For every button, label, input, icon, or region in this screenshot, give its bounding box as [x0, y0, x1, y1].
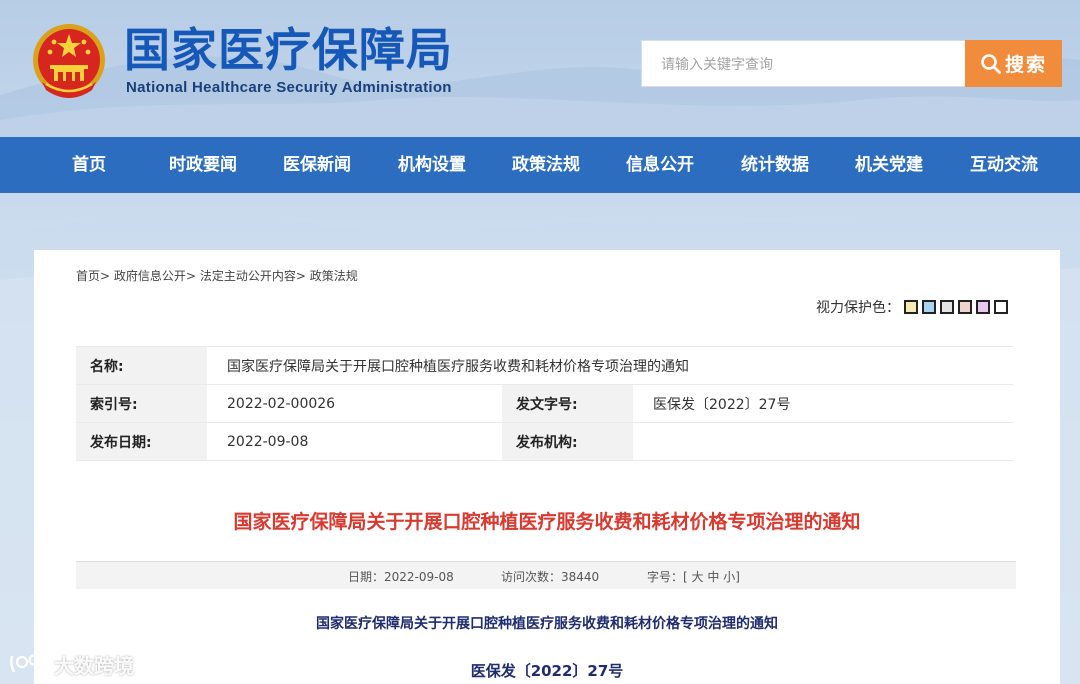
meta-docno-label: 发文字号:	[502, 384, 633, 423]
search-button-label: 搜索	[1004, 54, 1047, 76]
search-input[interactable]	[641, 40, 966, 87]
info-visits-label: 访问次数：	[501, 570, 562, 584]
breadcrumb-item-policy[interactable]: 政策法规	[310, 269, 358, 283]
document-meta-table: 名称: 国家医疗保障局关于开展口腔种植医疗服务收费和耗材价格专项治理的通知 索引…	[76, 346, 1014, 461]
search-button[interactable]: 搜索	[965, 40, 1062, 87]
breadcrumb-separator: >	[100, 269, 111, 283]
info-date-label: 日期：	[348, 570, 385, 584]
nav-item-medical-news[interactable]: 医保新闻	[283, 137, 351, 193]
nav-item-party[interactable]: 机关党建	[855, 137, 923, 193]
national-emblem-icon[interactable]	[30, 20, 108, 102]
nav-item-statistics[interactable]: 统计数据	[741, 137, 809, 193]
body-title: 国家医疗保障局关于开展口腔种植医疗服务收费和耗材价格专项治理的通知	[316, 616, 778, 632]
nav-item-policy[interactable]: 政策法规	[512, 137, 580, 193]
meta-org-label: 发布机构:	[502, 422, 633, 461]
breadcrumb-separator: >	[295, 269, 306, 283]
meta-name-value: 国家医疗保障局关于开展口腔种植医疗服务收费和耗材价格专项治理的通知	[207, 346, 1014, 385]
font-size-bracket-open: [	[683, 570, 688, 584]
nav-item-disclosure[interactable]: 信息公开	[626, 137, 694, 193]
meta-date-value: 2022-09-08	[207, 422, 502, 461]
swatch-pink[interactable]	[958, 300, 972, 314]
info-date: 日期：2022-09-08	[348, 568, 454, 585]
meta-date-label: 发布日期:	[76, 422, 207, 461]
nav-item-home[interactable]: 首页	[72, 137, 106, 193]
content-panel: 首页> 政府信息公开> 法定主动公开内容> 政策法规 视力保护色： 名称: 国家…	[34, 250, 1060, 684]
info-date-value: 2022-09-08	[384, 570, 454, 584]
breadcrumb-separator: >	[185, 269, 196, 283]
swatch-gray[interactable]	[940, 300, 954, 314]
nav-item-interaction[interactable]: 互动交流	[970, 137, 1038, 193]
info-visits: 访问次数：38440	[501, 568, 599, 585]
site-title[interactable]: 国家医疗保障局	[124, 22, 453, 78]
swatch-purple[interactable]	[976, 300, 990, 314]
swatch-white[interactable]	[994, 300, 1008, 314]
breadcrumb: 首页> 政府信息公开> 法定主动公开内容> 政策法规	[76, 267, 358, 284]
breadcrumb-item-disclosure[interactable]: 政府信息公开	[114, 269, 186, 283]
body-doc-number: 医保发〔2022〕27号	[470, 662, 624, 680]
eye-protection-label: 视力保护色：	[816, 300, 900, 316]
article-info-bar: 日期：2022-09-08 访问次数：38440 字号：[ 大 中 小]	[76, 561, 1016, 589]
nav-item-organization[interactable]: 机构设置	[398, 137, 466, 193]
swatch-yellow[interactable]	[904, 300, 918, 314]
meta-name-label: 名称:	[76, 346, 207, 385]
font-size-control: 字号：[ 大 中 小]	[647, 568, 740, 585]
watermark-logo-icon	[10, 654, 50, 673]
meta-row-index: 索引号: 2022-02-00026 发文字号: 医保发〔2022〕27号	[76, 384, 1014, 423]
breadcrumb-item-content[interactable]: 法定主动公开内容	[200, 269, 296, 283]
meta-index-value: 2022-02-00026	[207, 384, 502, 423]
meta-org-value	[633, 422, 1014, 461]
info-visits-value: 38440	[561, 570, 600, 584]
font-size-medium-button[interactable]: 中	[707, 570, 719, 584]
meta-row-date: 发布日期: 2022-09-08 发布机构:	[76, 422, 1014, 461]
search-icon	[981, 53, 1001, 74]
meta-row-name: 名称: 国家医疗保障局关于开展口腔种植医疗服务收费和耗材价格专项治理的通知	[76, 346, 1014, 385]
swatch-blue[interactable]	[922, 300, 936, 314]
watermark-text: 大数跨境	[54, 653, 134, 678]
meta-index-label: 索引号:	[76, 384, 207, 423]
meta-docno-value: 医保发〔2022〕27号	[633, 384, 1014, 423]
font-size-small-button[interactable]: 小	[723, 570, 735, 584]
font-size-large-button[interactable]: 大	[692, 570, 704, 584]
eye-protection-colors: 视力保护色：	[816, 298, 1008, 316]
font-size-label: 字号：	[647, 570, 684, 584]
site-header: 国家医疗保障局 National Healthcare Security Adm…	[0, 0, 1080, 137]
font-size-bracket-close: ]	[735, 570, 740, 584]
site-subtitle: National Healthcare Security Administrat…	[126, 79, 452, 96]
main-nav: 首页 时政要闻 医保新闻 机构设置 政策法规 信息公开 统计数据 机关党建 互动…	[0, 137, 1080, 193]
watermark: 大数跨境	[8, 650, 134, 678]
nav-item-news[interactable]: 时政要闻	[169, 137, 237, 193]
article-title: 国家医疗保障局关于开展口腔种植医疗服务收费和耗材价格专项治理的通知	[233, 511, 861, 533]
breadcrumb-item-home[interactable]: 首页	[76, 269, 100, 283]
